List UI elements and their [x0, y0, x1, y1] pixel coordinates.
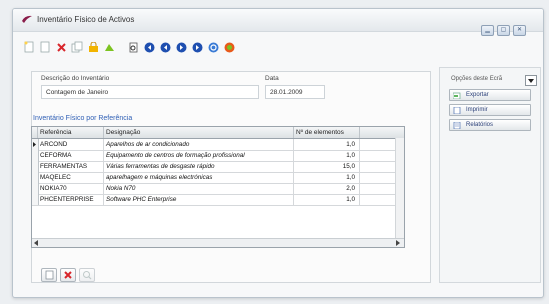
delete-row-button[interactable]	[60, 268, 76, 282]
data-field[interactable]: 28.01.2009	[265, 85, 325, 99]
column-header-referencia[interactable]: Referência	[38, 127, 104, 138]
help-icon[interactable]	[223, 41, 235, 53]
cell-referencia[interactable]: CEFORMA	[38, 150, 104, 161]
lock-icon[interactable]	[87, 41, 99, 53]
column-header-extra	[360, 127, 396, 138]
grid-section-title: Inventário Físico por Referência	[33, 115, 133, 122]
cell-designacao[interactable]: Nokia N70	[104, 183, 294, 194]
export-label: Exportar	[466, 92, 489, 98]
export-button[interactable]: Exportar	[449, 89, 531, 101]
print-preview-icon[interactable]	[127, 41, 139, 53]
new-icon[interactable]	[23, 41, 35, 53]
descricao-field[interactable]: Contagem de Janeiro	[41, 85, 259, 99]
attach-icon[interactable]	[103, 41, 115, 53]
cell-n-elementos[interactable]: 2,0	[294, 183, 360, 194]
nav-last-icon[interactable]	[191, 41, 203, 53]
cell-n-elementos[interactable]: 1,0	[294, 139, 360, 150]
document-icon[interactable]	[39, 41, 51, 53]
column-header-n-elementos[interactable]: Nº de elementos	[294, 127, 360, 138]
print-button[interactable]: Imprimir	[449, 104, 531, 116]
nav-prev-icon[interactable]	[159, 41, 171, 53]
grid-header: Referência Designação Nº de elementos	[32, 127, 404, 139]
export-icon	[453, 92, 461, 99]
toolbar-separator	[119, 41, 123, 53]
cell-referencia[interactable]: PHCENTERPRISE	[38, 194, 104, 205]
chevron-down-icon	[528, 78, 534, 83]
minimize-button[interactable]: ▁	[481, 25, 494, 36]
delete-icon[interactable]	[55, 41, 67, 53]
cell-designacao[interactable]: Aparelhos de ar condicionado	[104, 139, 294, 150]
nav-first-icon[interactable]	[143, 41, 155, 53]
print-icon	[453, 107, 461, 114]
copy-icon[interactable]	[71, 41, 83, 53]
reports-label: Relatórios	[466, 122, 494, 128]
cell-n-elementos[interactable]: 1,0	[294, 172, 360, 183]
window-title: Inventário Físico de Activos	[37, 15, 135, 24]
cell-referencia[interactable]: NOKIA70	[38, 183, 104, 194]
cell-n-elementos[interactable]: 1,0	[294, 150, 360, 161]
print-label: Imprimir	[466, 107, 488, 113]
grid-horizontal-scrollbar[interactable]	[32, 238, 404, 247]
scroll-right-icon[interactable]	[396, 240, 401, 246]
column-header-designacao[interactable]: Designação	[104, 127, 294, 138]
cell-designacao[interactable]: Software PHC Enterprise	[104, 194, 294, 205]
cell-n-elementos[interactable]: 15,0	[294, 161, 360, 172]
refresh-icon[interactable]	[207, 41, 219, 53]
options-dropdown-button[interactable]	[525, 75, 537, 86]
cell-referencia[interactable]: MAQELEC	[38, 172, 104, 183]
app-window: Inventário Físico de Activos ▁ ▢ ✕ Descr…	[12, 8, 544, 298]
reports-button[interactable]: Relatórios	[449, 119, 531, 131]
options-label: Opções deste Ecrã	[451, 76, 503, 82]
cell-referencia[interactable]: FERRAMENTAS	[38, 161, 104, 172]
new-row-icon	[45, 270, 53, 280]
maximize-button[interactable]: ▢	[497, 25, 510, 36]
delete-row-icon	[64, 271, 72, 279]
toolbar	[23, 39, 235, 55]
cell-designacao[interactable]: aparelhagem e máquinas electrónicas	[104, 172, 294, 183]
grid-vertical-scrollbar[interactable]	[395, 138, 404, 239]
app-logo-icon	[22, 15, 32, 23]
title-bar: Inventário Físico de Activos	[13, 9, 543, 32]
close-window-button[interactable]: ✕	[513, 25, 526, 36]
reports-icon	[453, 122, 461, 129]
cell-designacao[interactable]: Várias ferramentas de desgaste rápido	[104, 161, 294, 172]
search-row-button[interactable]	[79, 268, 95, 282]
search-row-icon	[83, 271, 92, 280]
table-row[interactable]: PHCENTERPRISE Software PHC Enterprise 1,…	[32, 194, 404, 206]
new-row-button[interactable]	[41, 268, 57, 282]
data-label: Data	[265, 75, 279, 82]
nav-next-icon[interactable]	[175, 41, 187, 53]
cell-n-elementos[interactable]: 1,0	[294, 194, 360, 205]
cell-referencia[interactable]: ARCOND	[38, 139, 104, 150]
descricao-label: Descrição do Inventário	[41, 75, 110, 82]
scroll-left-icon[interactable]	[34, 240, 39, 246]
cell-designacao[interactable]: Equipamento de centros de formação profi…	[104, 150, 294, 161]
inventory-grid: Referência Designação Nº de elementos AR…	[31, 126, 405, 248]
